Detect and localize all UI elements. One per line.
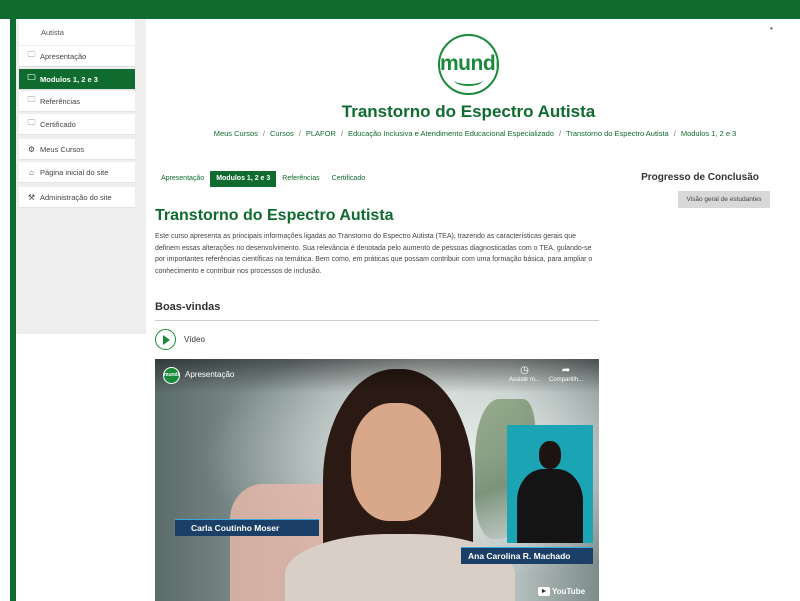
youtube-logo[interactable]: YouTube [538,587,586,597]
breadcrumb: Meus Cursos / Cursos / PLAFOR / Educação Inclu… [213,129,737,138]
video-speaker-body [285,534,515,601]
youtube-icon [538,587,550,597]
tab-modulos[interactable]: Modulos 1, 2 e 3 [210,171,277,187]
share-button[interactable]: ➦ Compartilh... [549,365,583,383]
sidebar-item-label: Página inicial do site [40,167,109,177]
clock-icon: ◷ [520,365,529,376]
course-title: Transtorno do Espectro Autista [155,207,394,224]
student-overview-button[interactable]: Visão geral de estudantes [678,191,770,208]
breadcrumb-item[interactable]: Meus Cursos [214,129,258,138]
interpreter-name-caption: Ana Carolina R. Machado [461,547,593,564]
sidebar-item-certificado[interactable]: 🗀 Certificado [19,114,135,135]
interpreter-body [517,469,583,543]
sidebar-course-name[interactable]: Autista [19,19,135,45]
sidebar-item-referencias[interactable]: 🗀 Referências [19,91,135,112]
breadcrumb-item[interactable]: Modulos 1, 2 e 3 [681,129,736,138]
folder-icon: 🗀 [27,95,36,104]
sidebar-item-label: Administração do site [40,192,112,202]
sidebar-item-label: Meus Cursos [40,144,85,154]
video-play-icon[interactable] [155,329,176,350]
video-title[interactable]: Apresentação [185,370,234,379]
share-icon: ➦ [561,365,571,376]
home-icon: ⌂ [29,167,34,177]
tab-referencias[interactable]: Referências [276,171,325,187]
sidebar-item-meus-cursos[interactable]: ⚙ Meus Cursos [19,139,135,160]
folder-icon: 🗀 [27,50,36,59]
sidebar-item-label: Modulos 1, 2 e 3 [40,74,98,84]
watch-later-label: Assistir m... [509,377,540,383]
video-player[interactable]: mundi Apresentação ◷ Assistir m... ➦ Com… [155,359,599,601]
speaker-name-caption: Carla Coutinho Moser [175,519,319,536]
breadcrumb-item[interactable]: Transtorno do Espectro Autista [566,129,669,138]
page-title: Transtorno do Espectro Autista [341,102,596,121]
logo-text: mundi [440,52,499,75]
breadcrumb-item[interactable]: Cursos [270,129,294,138]
wrench-icon: ⚒ [27,192,36,202]
breadcrumb-item[interactable]: PLAFOR [306,129,336,138]
video-speaker-face [351,403,441,521]
sidebar-item-apresentacao[interactable]: 🗀 Apresentação [19,46,135,67]
logo-smile [454,74,483,86]
youtube-label: YouTube [552,587,586,596]
channel-avatar[interactable]: mundi [163,367,180,384]
course-description: Este curso apresenta as principais infor… [155,233,593,275]
watch-later-button[interactable]: ◷ Assistir m... [509,365,540,383]
video-activity-label[interactable]: Vídeo [184,335,205,344]
sidebar-item-label: Certificado [40,119,76,129]
section-title: Boas-vindas [155,301,221,313]
progress-title: Progresso de Conclusão [641,172,759,183]
share-label: Compartilh... [549,377,584,383]
sidebar-item-administracao[interactable]: ⚒ Administração do site [19,187,135,208]
sidebar: Autista 🗀 Apresentação 🗀 Modulos 1, 2 e … [16,19,146,334]
mundi-logo[interactable]: mundi [438,34,499,95]
top-bar [0,0,800,19]
sidebar-item-modulos[interactable]: 🗀 Modulos 1, 2 e 3 [19,69,135,90]
sidebar-item-label: Apresentação [40,51,87,61]
sidebar-item-label: Referências [40,96,81,106]
interpreter-head [539,441,561,469]
courses-icon: ⚙ [27,144,36,154]
folder-icon: 🗀 [27,118,36,127]
left-edge [0,19,10,601]
tab-certificado[interactable]: Certificado [326,171,371,187]
folder-icon: 🗀 [27,73,36,82]
section-divider [155,320,599,321]
breadcrumb-item[interactable]: Educação Inclusiva e Atendimento Educaci… [348,129,554,138]
sign-language-interpreter [507,425,593,543]
user-menu-icon[interactable]: • [770,24,773,33]
tab-apresentacao[interactable]: Apresentação [155,171,210,187]
sidebar-item-pagina-inicial[interactable]: ⌂ Página inicial do site [19,162,135,183]
course-tabs: Apresentação Modulos 1, 2 e 3 Referência… [155,171,371,187]
